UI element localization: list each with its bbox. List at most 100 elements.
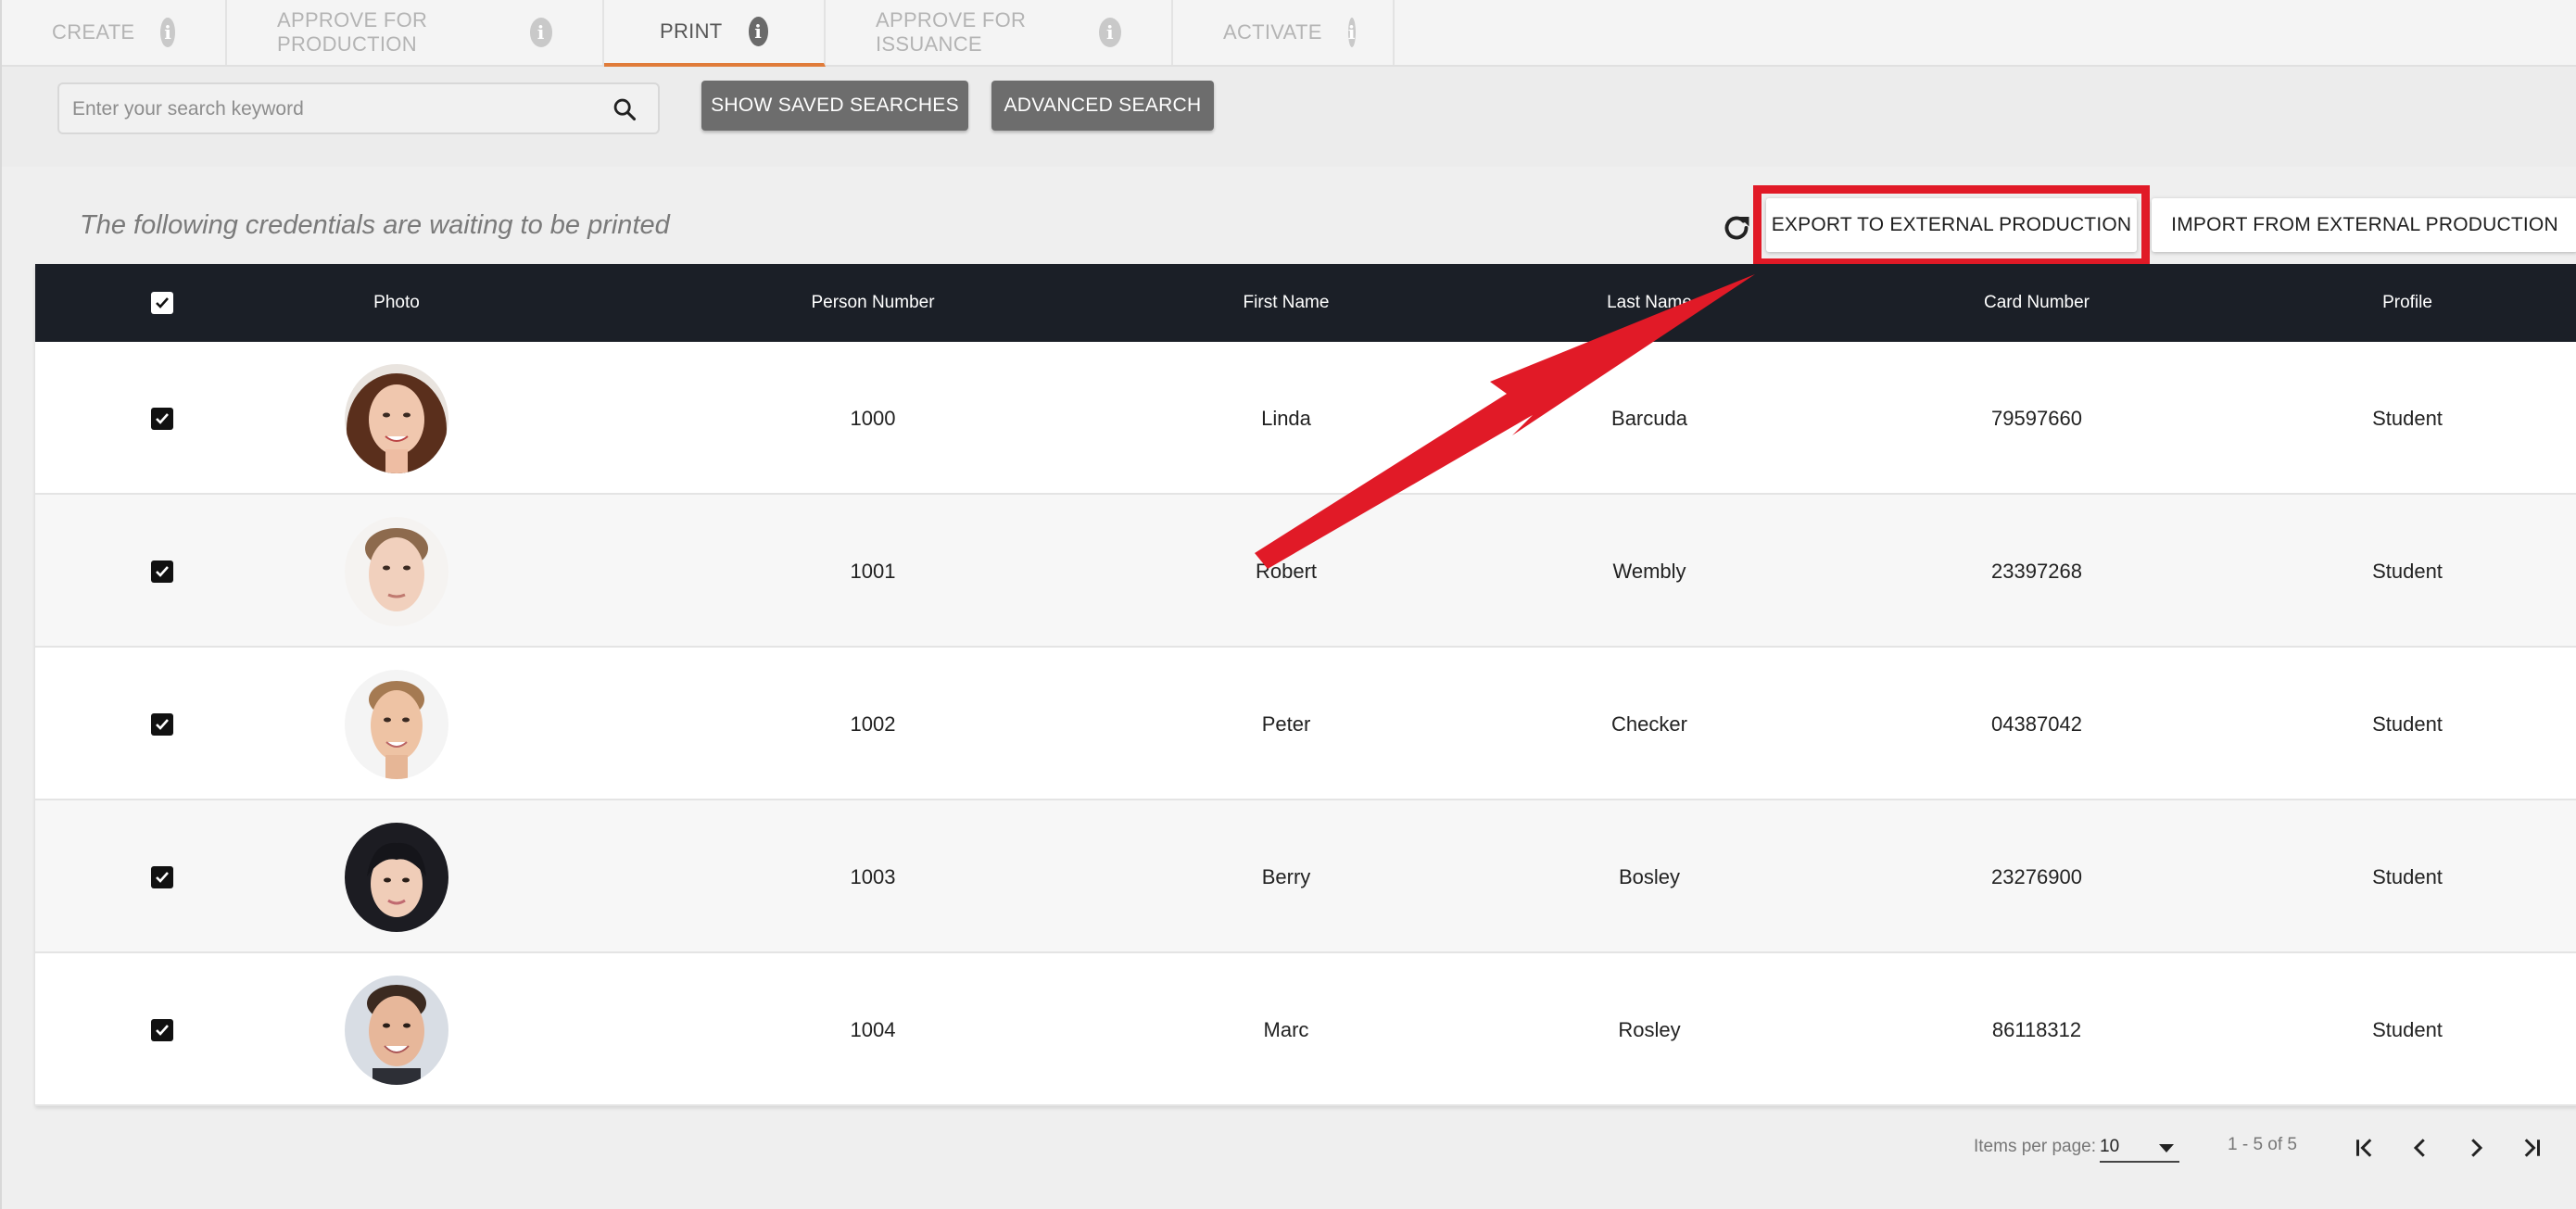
last-name-cell: Rosley [1618,1017,1681,1041]
last-name-cell: Bosley [1618,864,1681,888]
table-row[interactable]: 1002 Peter Checker 04387042 Student [35,648,2576,800]
header-profile[interactable]: Profile [2268,264,2546,342]
header-first-name[interactable]: First Name [1147,264,1425,342]
first-name-cell: Peter [1261,712,1311,736]
chevron-left-icon [2413,1139,2425,1157]
items-per-page-label: Items per page: [1974,1137,2097,1156]
photo-cell [345,342,448,495]
search-field [57,82,660,134]
photo-cell [345,648,448,800]
table-row[interactable]: 1003 Berry Bosley 23276900 Student [35,800,2576,953]
first-page-icon [2356,1139,2372,1157]
profile-cell: Student [2372,1017,2443,1041]
annotation-highlight-box [1753,185,2150,267]
table-header: Photo Person Number First Name Last Name… [35,264,2576,342]
row-checkbox[interactable] [151,1018,173,1041]
last-name-cell: Wembly [1612,559,1686,583]
row-select-cell [128,953,196,1106]
page-range-text: 1 - 5 of 5 [2228,1135,2297,1154]
first-name-cell: Linda [1261,406,1311,430]
info-icon[interactable]: i [1347,18,1356,47]
info-icon[interactable]: i [529,18,552,47]
tab-approve-for-production[interactable]: APPROVE FOR PRODUCTION i [227,0,604,65]
last-name-cell: Barcuda [1611,406,1687,430]
table-row[interactable]: 1000 Linda Barcuda 79597660 Student [35,342,2576,495]
avatar [345,822,448,932]
first-name-cell: Robert [1255,559,1318,583]
tab-approve-for-issuance[interactable]: APPROVE FOR ISSUANCE i [826,0,1173,65]
row-select-cell [128,800,196,953]
last-page-button[interactable] [2513,1129,2550,1166]
person-number-cell: 1003 [850,864,896,888]
tab-label: APPROVE FOR PRODUCTION [277,8,428,56]
row-checkbox[interactable] [151,865,173,888]
photo-cell [345,953,448,1106]
table-row[interactable]: 1001 Robert Wembly 23397268 Student [35,495,2576,648]
first-name-cell: Marc [1263,1017,1309,1041]
photo-cell [345,495,448,648]
tab-label: ACTIVATE [1223,20,1322,44]
person-number-cell: 1000 [850,406,896,430]
search-toolbar: SHOW SAVED SEARCHES ADVANCED SEARCH [2,67,2576,167]
tab-create[interactable]: CREATE i [2,0,227,65]
tab-label: PRINT [660,19,723,43]
tab-print[interactable]: PRINT i [604,0,826,67]
row-select-cell [128,648,196,800]
search-input[interactable] [72,94,591,125]
previous-page-button[interactable] [2402,1129,2439,1166]
avatar [345,516,448,626]
row-select-cell [128,495,196,648]
row-checkbox[interactable] [151,407,173,430]
select-all-checkbox[interactable] [151,292,173,314]
show-saved-searches-button[interactable]: SHOW SAVED SEARCHES [701,81,968,131]
tab-activate[interactable]: ACTIVATE i [1173,0,1395,65]
advanced-search-button[interactable]: ADVANCED SEARCH [991,81,1214,131]
card-number-cell: 04387042 [1991,712,2082,736]
import-from-external-production-button[interactable]: IMPORT FROM EXTERNAL PRODUCTION [2152,198,2576,252]
row-checkbox[interactable] [151,560,173,583]
header-last-name[interactable]: Last Name [1510,264,1788,342]
tab-label: APPROVE FOR ISSUANCE [876,8,1027,56]
avatar [345,975,448,1085]
credentials-table: Photo Person Number First Name Last Name… [35,264,2576,1106]
pagination-bar: Items per page: 10 1 - 5 of 5 [2,1107,2576,1209]
first-page-button[interactable] [2346,1129,2383,1166]
header-person-number[interactable]: Person Number [734,264,1012,342]
tab-label: CREATE [52,20,135,44]
person-number-cell: 1001 [850,559,896,583]
row-checkbox[interactable] [151,712,173,736]
last-name-cell: Checker [1611,712,1687,736]
photo-cell [345,800,448,953]
profile-cell: Student [2372,559,2443,583]
profile-cell: Student [2372,712,2443,736]
avatar [345,363,448,473]
info-icon[interactable]: i [160,18,175,47]
search-icon[interactable] [612,96,638,122]
person-number-cell: 1004 [850,1017,896,1041]
header-photo[interactable]: Photo [313,264,480,342]
main-content: The following credentials are waiting to… [35,167,2576,1209]
person-number-cell: 1002 [850,712,896,736]
info-icon[interactable]: i [748,17,768,46]
profile-cell: Student [2372,864,2443,888]
app-frame: CREATE i APPROVE FOR PRODUCTION i PRINT … [0,0,2576,1209]
workflow-tabs: CREATE i APPROVE FOR PRODUCTION i PRINT … [2,0,2576,67]
header-card-number[interactable]: Card Number [1898,264,2176,342]
last-page-icon [2524,1139,2540,1157]
first-name-cell: Berry [1261,864,1311,888]
card-number-cell: 23397268 [1991,559,2082,583]
items-per-page-select[interactable]: 10 [2100,1131,2179,1163]
table-row[interactable]: 1004 Marc Rosley 86118312 Student [35,953,2576,1106]
page-caption: The following credentials are waiting to… [80,210,670,240]
card-number-cell: 23276900 [1991,864,2082,888]
refresh-icon[interactable] [1720,211,1753,245]
items-per-page-value: 10 [2100,1137,2120,1156]
chevron-right-icon [2471,1139,2483,1157]
next-page-button[interactable] [2457,1129,2494,1166]
info-icon[interactable]: i [1098,18,1121,47]
chevron-down-icon [2159,1144,2174,1152]
card-number-cell: 86118312 [1991,1017,2082,1041]
row-select-cell [128,342,196,495]
avatar [345,669,448,779]
select-all-cell [128,264,196,342]
